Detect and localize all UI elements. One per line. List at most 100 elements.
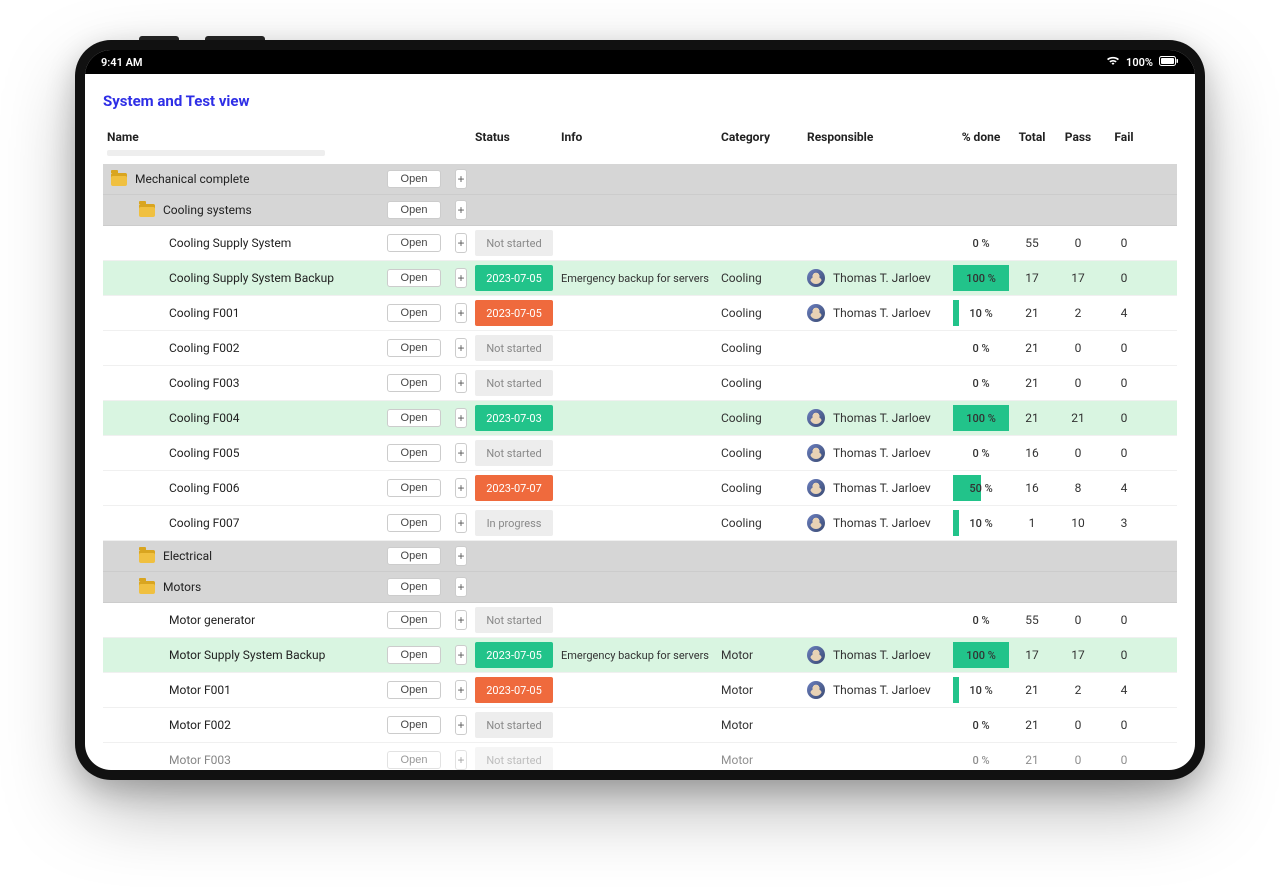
open-button[interactable]: Open xyxy=(387,444,441,462)
done-text: 0 % xyxy=(957,377,1005,390)
pass-value: 0 xyxy=(1055,749,1101,770)
table-header: Name Status Info Category Responsible % … xyxy=(103,124,1177,164)
open-button[interactable]: Open xyxy=(387,751,441,769)
table-row: Mechanical completeOpen+ xyxy=(103,164,1177,195)
col-info: Info xyxy=(557,128,717,146)
add-button[interactable]: + xyxy=(455,338,467,358)
responsible: Thomas T. Jarloev xyxy=(807,444,931,462)
col-name-label: Name xyxy=(107,130,139,144)
add-button[interactable]: + xyxy=(455,715,467,735)
status-badge: 2023-07-03 xyxy=(475,405,553,431)
add-button[interactable]: + xyxy=(455,645,467,665)
add-button[interactable]: + xyxy=(455,200,467,220)
add-button[interactable]: + xyxy=(455,408,467,428)
responsible: Thomas T. Jarloev xyxy=(807,409,931,427)
status-badge: Not started xyxy=(475,747,553,770)
fail-value: 3 xyxy=(1101,512,1147,534)
open-button[interactable]: Open xyxy=(387,514,441,532)
open-button[interactable]: Open xyxy=(387,374,441,392)
add-button[interactable]: + xyxy=(455,303,467,323)
table-row: Electrical Open + xyxy=(103,541,1177,572)
open-button[interactable]: Open xyxy=(387,304,441,322)
done-cell: 10 % xyxy=(953,677,1009,703)
fail-value: 4 xyxy=(1101,477,1147,499)
open-button[interactable]: Open xyxy=(387,646,441,664)
col-responsible: Responsible xyxy=(803,128,953,146)
add-button[interactable]: + xyxy=(455,577,467,597)
add-button[interactable]: + xyxy=(455,750,467,770)
pass-value: 2 xyxy=(1055,679,1101,701)
open-button[interactable]: Open xyxy=(387,234,441,252)
avatar xyxy=(807,479,825,497)
open-button[interactable]: Open xyxy=(387,409,441,427)
done-cell: 100 % xyxy=(953,265,1009,291)
open-button[interactable]: Open xyxy=(387,269,441,287)
avatar xyxy=(807,409,825,427)
done-cell: 50 % xyxy=(953,475,1009,501)
screen: 9:41 AM 100% System and Test view Name xyxy=(85,50,1195,770)
done-cell: 0 % xyxy=(953,230,1009,256)
fail-value: 0 xyxy=(1101,714,1147,736)
table-row: Cooling F006Open+2023-07-07CoolingThomas… xyxy=(103,471,1177,506)
add-button[interactable]: + xyxy=(455,610,467,630)
category-text: Cooling xyxy=(721,271,762,285)
item-name: Motor generator xyxy=(169,613,255,627)
done-text: 0 % xyxy=(957,447,1005,460)
add-button[interactable]: + xyxy=(455,373,467,393)
table-row: Cooling F003Open+Not startedCooling0 %21… xyxy=(103,366,1177,401)
open-button[interactable]: Open xyxy=(387,716,441,734)
fail-value: 0 xyxy=(1101,232,1147,254)
done-cell: 10 % xyxy=(953,300,1009,326)
add-button[interactable]: + xyxy=(455,478,467,498)
add-button[interactable]: + xyxy=(455,546,467,566)
open-button[interactable]: Open xyxy=(387,339,441,357)
responsible: Thomas T. Jarloev xyxy=(807,479,931,497)
table-row: Motor Supply System BackupOpen+2023-07-0… xyxy=(103,638,1177,673)
add-button[interactable]: + xyxy=(455,680,467,700)
item-name: Cooling F007 xyxy=(169,516,240,530)
col-name: Name xyxy=(103,128,383,158)
done-cell: 0 % xyxy=(953,607,1009,633)
item-name: Motor F001 xyxy=(169,683,231,697)
item-name: Motor Supply System Backup xyxy=(169,648,325,662)
col-fail: Fail xyxy=(1101,128,1147,146)
open-button[interactable]: Open xyxy=(387,170,441,188)
avatar xyxy=(807,681,825,699)
done-text: 0 % xyxy=(957,237,1005,250)
col-category: Category xyxy=(717,128,803,146)
done-cell: 0 % xyxy=(953,370,1009,396)
total-value: 21 xyxy=(1009,337,1055,359)
add-button[interactable]: + xyxy=(455,443,467,463)
add-button[interactable]: + xyxy=(455,233,467,253)
add-button[interactable]: + xyxy=(455,513,467,533)
category-text: Cooling xyxy=(721,306,762,320)
status-badge: In progress xyxy=(475,510,553,536)
item-name: Cooling F004 xyxy=(169,411,240,425)
folder-label: Electrical xyxy=(163,549,212,563)
responsible-name: Thomas T. Jarloev xyxy=(833,271,931,285)
header-placeholder xyxy=(107,150,325,156)
fail-value: 0 xyxy=(1101,337,1147,359)
done-cell: 100 % xyxy=(953,405,1009,431)
open-button[interactable]: Open xyxy=(387,547,441,565)
folder-label: Cooling systems xyxy=(163,203,252,217)
open-button[interactable]: Open xyxy=(387,611,441,629)
item-name: Cooling F001 xyxy=(169,306,240,320)
table-row: Cooling F007Open+In progressCoolingThoma… xyxy=(103,506,1177,541)
open-button[interactable]: Open xyxy=(387,479,441,497)
open-button[interactable]: Open xyxy=(387,201,441,219)
item-name: Cooling Supply System Backup xyxy=(169,271,334,285)
open-button[interactable]: Open xyxy=(387,681,441,699)
add-button[interactable]: + xyxy=(455,268,467,288)
category-text: Motor xyxy=(721,683,753,697)
open-button[interactable]: Open xyxy=(387,578,441,596)
col-total: Total xyxy=(1009,128,1055,146)
status-badge: 2023-07-05 xyxy=(475,300,553,326)
done-text: 50 % xyxy=(957,482,1005,495)
pass-value: 0 xyxy=(1055,442,1101,464)
wifi-icon xyxy=(1106,56,1120,69)
done-text: 100 % xyxy=(957,412,1005,425)
fail-value: 4 xyxy=(1101,679,1147,701)
content-area: System and Test view Name Status Info Ca… xyxy=(85,74,1195,770)
add-button[interactable]: + xyxy=(455,169,467,189)
